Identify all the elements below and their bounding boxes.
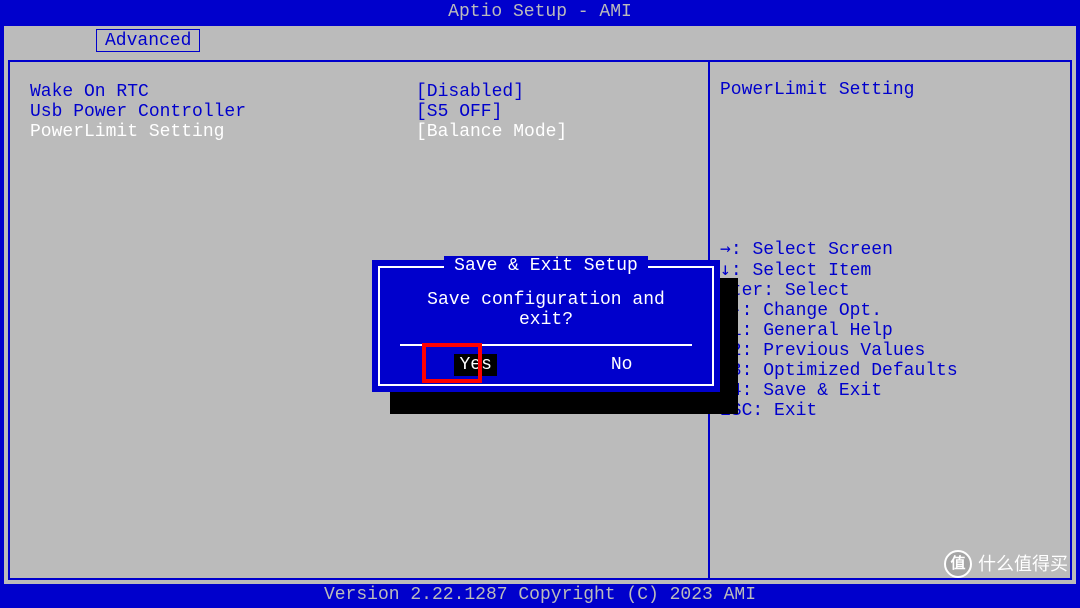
- bios-screen: Aptio Setup - AMI Advanced Wake On RTC […: [0, 0, 1080, 608]
- dialog-message: Save configuration and exit?: [400, 280, 692, 344]
- setting-value: [S5 OFF]: [416, 102, 502, 122]
- header-title: Aptio Setup - AMI: [4, 2, 1076, 24]
- help-title: PowerLimit Setting: [720, 80, 1060, 100]
- help-keys: →: Select Screen ↓: Select Item nter: Se…: [720, 239, 1060, 421]
- tab-advanced[interactable]: Advanced: [96, 29, 200, 52]
- footer-text: Version 2.22.1287 Copyright (C) 2023 AMI: [4, 585, 1076, 607]
- help-esc: ESC: Exit: [720, 401, 1060, 421]
- help-f2: F2: Previous Values: [720, 341, 1060, 361]
- help-enter-select: nter: Select: [720, 281, 1060, 301]
- setting-powerlimit-setting[interactable]: PowerLimit Setting [Balance Mode]: [30, 122, 688, 142]
- setting-usb-power-controller[interactable]: Usb Power Controller [S5 OFF]: [30, 102, 688, 122]
- setting-label: Usb Power Controller: [30, 102, 416, 122]
- help-pane: PowerLimit Setting →: Select Screen ↓: S…: [710, 60, 1072, 580]
- dialog-yes-button[interactable]: Yes: [454, 354, 496, 376]
- help-f3: F3: Optimized Defaults: [720, 361, 1060, 381]
- setting-wake-on-rtc[interactable]: Wake On RTC [Disabled]: [30, 82, 688, 102]
- setting-value: [Disabled]: [416, 82, 524, 102]
- dialog-no-button[interactable]: No: [606, 354, 638, 376]
- help-f4: F4: Save & Exit: [720, 381, 1060, 401]
- setting-label: PowerLimit Setting: [30, 122, 416, 142]
- help-f1: F1: General Help: [720, 321, 1060, 341]
- help-select-item: ↓: Select Item: [720, 260, 1060, 281]
- setting-value: [Balance Mode]: [416, 122, 567, 142]
- save-exit-dialog: Save & Exit Setup Save configuration and…: [372, 260, 720, 392]
- setting-label: Wake On RTC: [30, 82, 416, 102]
- dialog-title: Save & Exit Setup: [444, 256, 648, 276]
- help-select-screen: →: Select Screen: [720, 239, 1060, 260]
- menu-tabs: Advanced: [96, 29, 200, 52]
- help-change-opt: /-: Change Opt.: [720, 301, 1060, 321]
